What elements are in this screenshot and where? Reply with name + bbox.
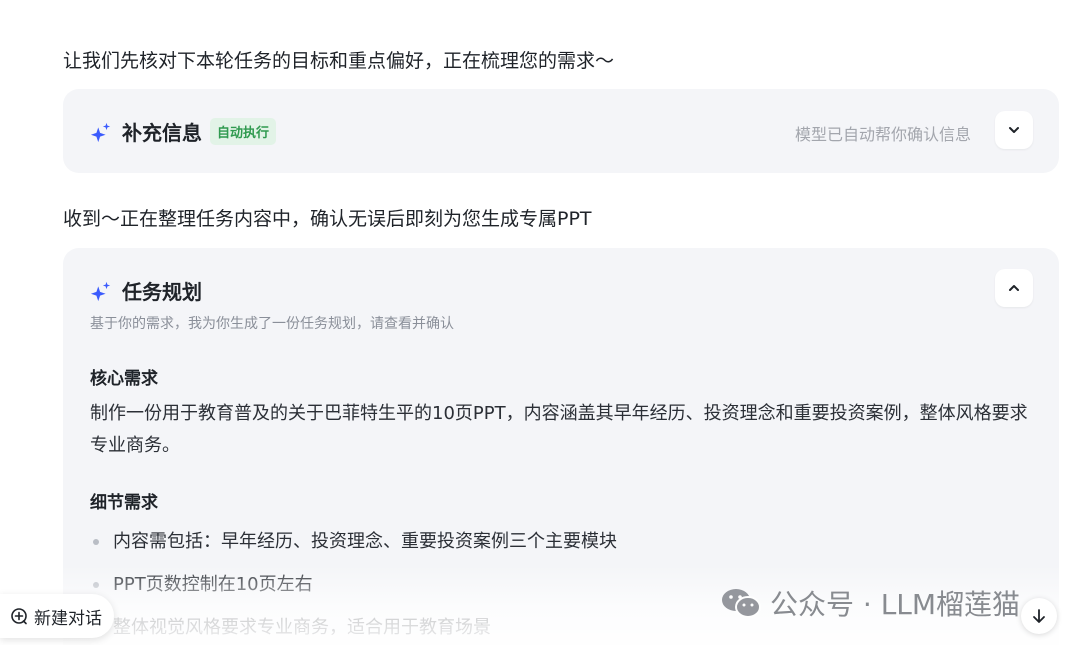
- intro-message: 让我们先核对下本轮任务的目标和重点偏好，正在梳理您的需求～: [63, 50, 615, 72]
- info-card-header[interactable]: 补充信息 自动执行: [90, 117, 277, 146]
- bullet-dot: [93, 582, 99, 588]
- list-item: 整体视觉风格要求专业商务，适合用于教育场景: [90, 612, 617, 645]
- plan-card-header[interactable]: 任务规划: [90, 276, 202, 305]
- arrow-down-icon: [1033, 609, 1045, 623]
- core-requirement-text: 制作一份用于教育普及的关于巴菲特生平的10页PPT，内容涵盖其早年经历、投资理念…: [90, 403, 1028, 456]
- core-requirement-title: 核心需求: [90, 369, 158, 389]
- received-message: 收到～正在整理任务内容中，确认无误后即刻为您生成专属PPT: [63, 208, 592, 230]
- plan-card-title: 任务规划: [122, 280, 202, 304]
- new-chat-label: 新建对话: [34, 608, 102, 629]
- scroll-down-button[interactable]: [1021, 598, 1057, 634]
- detail-list: 内容需包括：早年经历、投资理念、重要投资案例三个主要模块 PPT页数控制在10页…: [90, 526, 617, 645]
- chevron-up-icon: [1009, 285, 1019, 291]
- new-chat-button[interactable]: 新建对话: [0, 594, 114, 638]
- info-card-title: 补充信息: [122, 121, 202, 145]
- watermark: 公众号 · LLM榴莲猫: [720, 583, 1020, 623]
- new-chat-icon: [11, 608, 27, 625]
- collapse-button[interactable]: [995, 269, 1033, 307]
- auto-exec-badge: 自动执行: [210, 118, 277, 145]
- chevron-down-icon: [1009, 127, 1019, 133]
- plan-subtitle: 基于你的需求，我为你生成了一份任务规划，请查看并确认: [90, 316, 454, 332]
- sparkle-icon: [90, 281, 111, 301]
- wechat-icon: [722, 589, 761, 618]
- bullet-dot: [93, 539, 99, 545]
- list-item: PPT页数控制在10页左右: [90, 569, 617, 612]
- sparkle-icon: [90, 122, 111, 142]
- info-card: 补充信息 自动执行 模型已自动帮你确认信息: [63, 89, 1059, 173]
- auto-confirm-note: 模型已自动帮你确认信息: [794, 125, 971, 144]
- detail-requirement-title: 细节需求: [90, 493, 158, 513]
- list-item: 内容需包括：早年经历、投资理念、重要投资案例三个主要模块: [90, 526, 617, 569]
- watermark-text: 公众号 · LLM榴莲猫: [770, 588, 1021, 621]
- expand-button[interactable]: [995, 111, 1033, 149]
